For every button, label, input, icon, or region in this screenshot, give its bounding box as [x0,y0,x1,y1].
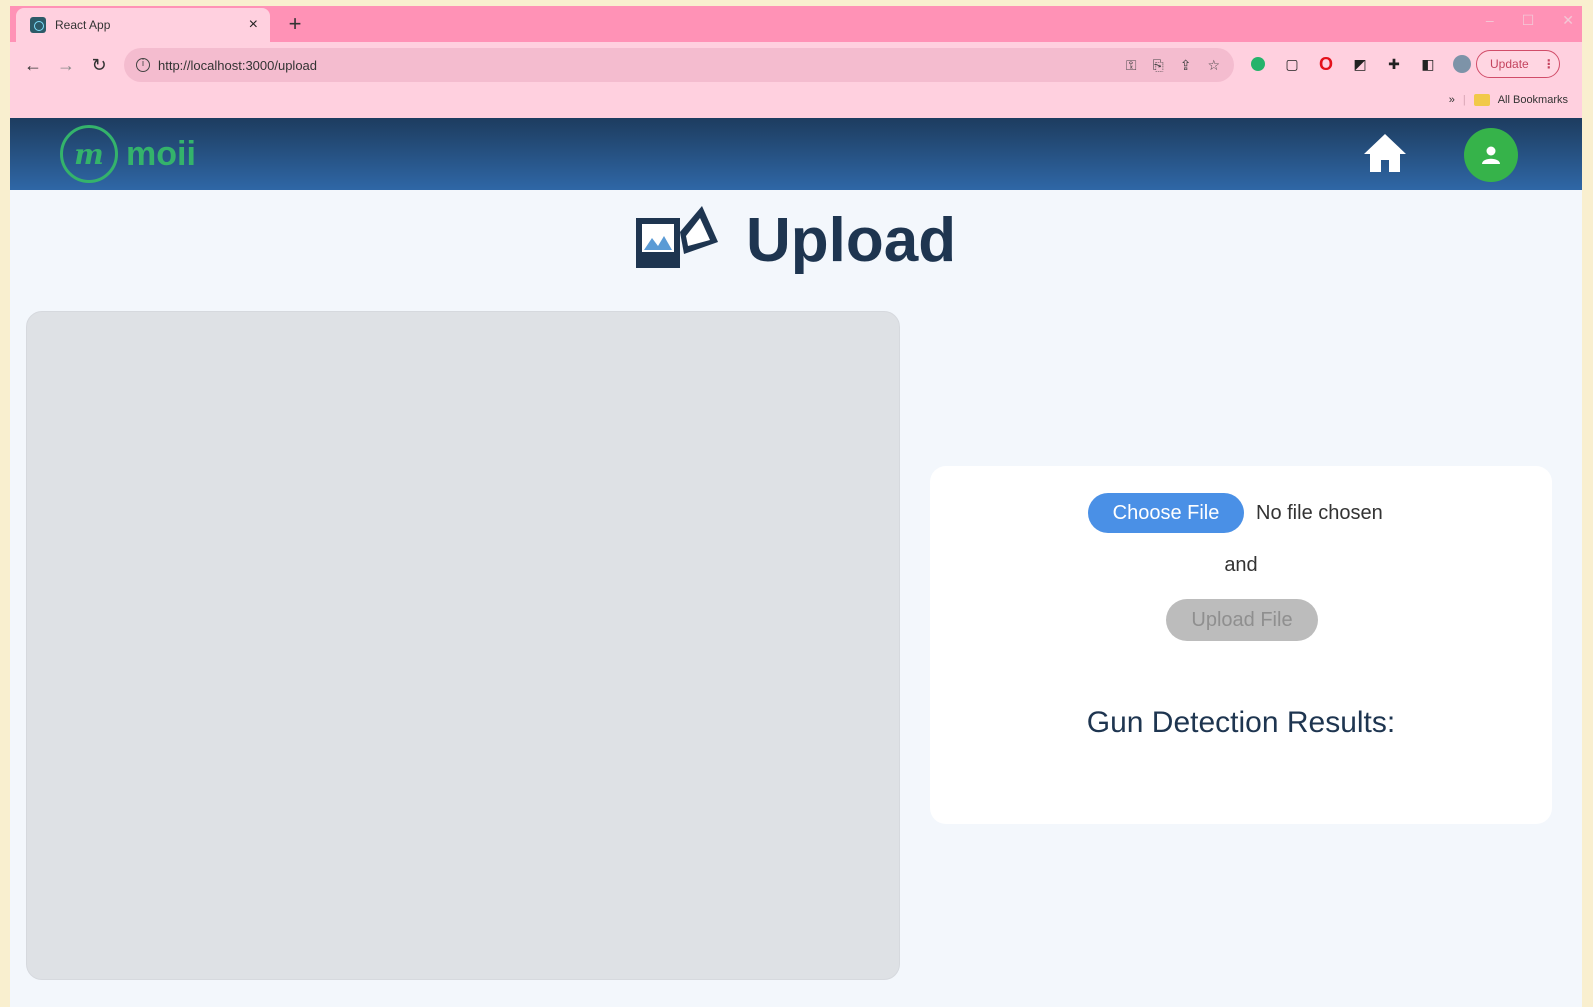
site-info-icon[interactable]: i [136,58,150,72]
opera-icon[interactable]: O [1316,54,1336,74]
logo-mark-icon: m [60,125,118,183]
new-tab-button[interactable]: + [282,12,308,38]
home-icon[interactable] [1362,132,1408,174]
tab-strip: React App × + ‒ ☐ ✕ [10,6,1582,42]
page-title: Upload [746,205,957,275]
extensions-area: ▢ O ◩ ✚ ◧ [1248,54,1472,74]
green-circle-icon[interactable] [1248,54,1268,74]
bookmark-star-icon[interactable]: ☆ [1207,57,1220,74]
choose-file-button[interactable]: Choose File [1088,493,1244,533]
all-bookmarks-link[interactable]: All Bookmarks [1498,94,1568,106]
image-preview-area [26,311,900,980]
square-icon[interactable]: ◩ [1350,54,1370,74]
close-window-icon[interactable]: ✕ [1562,12,1574,29]
update-label: Update [1490,57,1529,71]
page-heading: Upload [632,202,956,278]
key-icon[interactable]: ⚿ [1126,57,1137,74]
puzzle-icon[interactable]: ✚ [1384,54,1404,74]
page-icon[interactable]: ▢ [1282,54,1302,74]
user-icon [1482,146,1500,164]
address-bar[interactable]: i http://localhost:3000/upload ⚿ ⎘ ⇪ ☆ [124,48,1234,82]
browser-tab[interactable]: React App × [16,8,270,42]
browser-window: React App × + ‒ ☐ ✕ ← → ↻ i http://local… [10,6,1582,1007]
forward-arrow-icon[interactable]: → [53,52,79,78]
url-text[interactable]: http://localhost:3000/upload [158,58,1126,73]
and-text: and [1224,554,1258,576]
results-title: Gun Detection Results: [1086,706,1396,739]
more-menu-icon: ⋮ [1542,57,1555,71]
react-favicon-icon [30,17,46,33]
file-status-text: No file chosen [1256,501,1383,524]
window-controls: ‒ ☐ ✕ [1486,12,1574,29]
update-button[interactable]: Update ⋮ [1476,50,1560,78]
bookmarks-overflow-icon[interactable]: » [1449,94,1455,106]
image-upload-icon [636,206,718,268]
upload-file-button[interactable]: Upload File [1166,599,1318,641]
sidepanel-icon[interactable]: ◧ [1418,54,1438,74]
avatar-icon[interactable] [1452,54,1472,74]
browser-toolbar: ← → ↻ i http://localhost:3000/upload ⚿ ⎘… [10,42,1582,118]
back-arrow-icon[interactable]: ← [20,52,46,78]
logo-text: moii [126,134,196,173]
profile-button[interactable] [1464,128,1518,182]
minimize-icon[interactable]: ‒ [1486,12,1494,29]
upload-card: Choose File No file chosen and Upload Fi… [930,466,1552,824]
moii-logo[interactable]: m moii [60,125,196,183]
bookmarks-bar: » | All Bookmarks [1449,94,1568,106]
address-bar-actions: ⚿ ⎘ ⇪ ☆ [1126,57,1220,74]
reload-icon[interactable]: ↻ [86,52,112,78]
install-icon[interactable]: ⎘ [1153,57,1164,74]
share-icon[interactable]: ⇪ [1180,57,1192,74]
folder-icon [1473,94,1490,106]
app-header: m moii [10,118,1582,190]
maximize-icon[interactable]: ☐ [1522,12,1535,29]
file-input-row: Choose File No file chosen [1088,493,1383,533]
bookmarks-divider: | [1462,94,1466,106]
tab-close-icon[interactable]: × [249,16,258,34]
tab-title: React App [55,18,111,32]
